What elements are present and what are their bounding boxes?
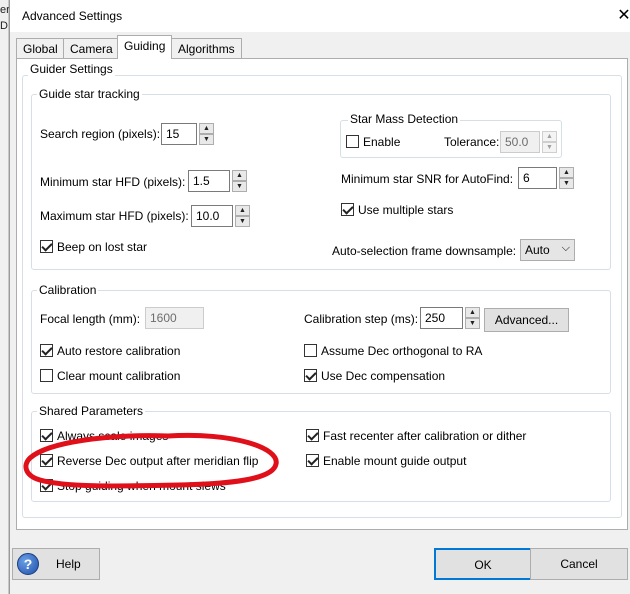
search-region-input[interactable]: 15 <box>161 123 197 145</box>
min-snr-label: Minimum star SNR for AutoFind: <box>341 172 514 186</box>
spin-down-icon[interactable]: ▼ <box>199 134 214 145</box>
enable-mount-output-checkbox[interactable] <box>306 454 319 467</box>
cancel-button[interactable]: Cancel <box>530 548 628 580</box>
calibration-step-stepper[interactable]: ▲ ▼ <box>465 307 480 329</box>
stop-guiding-label: Stop guiding when mount slews <box>57 479 226 493</box>
guide-star-tracking-title: Guide star tracking <box>37 87 142 101</box>
chevron-down-icon: ⌵ <box>561 242 570 254</box>
spin-up-icon[interactable]: ▲ <box>235 205 250 216</box>
spin-down-icon[interactable]: ▼ <box>542 142 557 153</box>
min-hfd-input[interactable]: 1.5 <box>188 170 230 192</box>
multiple-stars-label: Use multiple stars <box>358 203 454 217</box>
tab-guiding[interactable]: Guiding <box>117 35 173 59</box>
window-title: Advanced Settings <box>22 9 123 23</box>
calibration-step-input[interactable]: 250 <box>420 307 463 329</box>
tolerance-input[interactable]: 50.0 <box>500 131 540 153</box>
spin-up-icon[interactable]: ▲ <box>199 123 214 134</box>
focal-length-input[interactable]: 1600 <box>145 307 204 329</box>
reverse-dec-checkbox[interactable] <box>40 454 53 467</box>
ok-button[interactable]: OK <box>434 548 532 580</box>
tolerance-stepper[interactable]: ▲ ▼ <box>542 131 557 153</box>
downsample-select[interactable]: Auto ⌵ <box>520 239 575 261</box>
beep-lost-star-label: Beep on lost star <box>57 240 148 254</box>
help-icon: ? <box>17 553 39 575</box>
spin-up-icon[interactable]: ▲ <box>559 167 574 178</box>
assume-dec-orthogonal-checkbox[interactable] <box>304 344 317 357</box>
advanced-button[interactable]: Advanced... <box>484 308 569 332</box>
guider-settings-title: Guider Settings <box>28 62 115 76</box>
stop-guiding-checkbox[interactable] <box>40 479 53 492</box>
use-dec-compensation-label: Use Dec compensation <box>321 369 446 383</box>
spin-down-icon[interactable]: ▼ <box>465 318 480 329</box>
star-mass-detection-title: Star Mass Detection <box>348 112 461 126</box>
spin-up-icon[interactable]: ▲ <box>542 131 557 142</box>
title-bar[interactable]: Advanced Settings ✕ <box>10 0 630 32</box>
tab-camera[interactable]: Camera <box>63 38 120 58</box>
tab-global[interactable]: Global <box>16 38 65 58</box>
always-scale-label: Always scale images <box>57 429 169 443</box>
auto-restore-label: Auto restore calibration <box>57 344 181 358</box>
shared-parameters-title: Shared Parameters <box>37 404 146 418</box>
calibration-title: Calibration <box>37 283 99 297</box>
help-label: Help <box>56 557 81 571</box>
always-scale-checkbox[interactable] <box>40 429 53 442</box>
search-region-stepper[interactable]: ▲ ▼ <box>199 123 214 145</box>
downsample-value: Auto <box>525 243 550 257</box>
min-hfd-stepper[interactable]: ▲ ▼ <box>232 170 247 192</box>
focal-length-label: Focal length (mm): <box>40 312 141 326</box>
assume-dec-orthogonal-label: Assume Dec orthogonal to RA <box>321 344 483 358</box>
help-button[interactable]: ? Help <box>12 548 100 580</box>
fast-recenter-checkbox[interactable] <box>306 429 319 442</box>
clear-mount-calibration-label: Clear mount calibration <box>57 369 181 383</box>
star-mass-enable-label: Enable <box>363 135 401 149</box>
spin-down-icon[interactable]: ▼ <box>235 216 250 227</box>
star-mass-enable-checkbox[interactable] <box>346 135 359 148</box>
fast-recenter-label: Fast recenter after calibration or dithe… <box>323 429 527 443</box>
tab-algorithms[interactable]: Algorithms <box>171 38 242 58</box>
search-region-label: Search region (pixels): <box>40 127 161 141</box>
multiple-stars-checkbox[interactable] <box>341 203 354 216</box>
background-window-strip: er D <box>0 0 10 594</box>
calibration-step-label: Calibration step (ms): <box>304 312 419 326</box>
beep-lost-star-checkbox[interactable] <box>40 240 53 253</box>
min-snr-input[interactable]: 6 <box>518 167 557 189</box>
use-dec-compensation-checkbox[interactable] <box>304 369 317 382</box>
background-text-fragment: D <box>0 20 8 32</box>
max-hfd-label: Maximum star HFD (pixels): <box>40 209 189 223</box>
max-hfd-stepper[interactable]: ▲ ▼ <box>235 205 250 227</box>
min-hfd-label: Minimum star HFD (pixels): <box>40 175 186 189</box>
tolerance-label: Tolerance: <box>444 135 500 149</box>
downsample-label: Auto-selection frame downsample: <box>332 244 517 258</box>
spin-up-icon[interactable]: ▲ <box>465 307 480 318</box>
enable-mount-output-label: Enable mount guide output <box>323 454 467 468</box>
reverse-dec-label: Reverse Dec output after meridian flip <box>57 454 259 468</box>
close-icon[interactable]: ✕ <box>614 6 630 26</box>
clear-mount-calibration-checkbox[interactable] <box>40 369 53 382</box>
spin-up-icon[interactable]: ▲ <box>232 170 247 181</box>
min-snr-stepper[interactable]: ▲ ▼ <box>559 167 574 189</box>
spin-down-icon[interactable]: ▼ <box>559 178 574 189</box>
auto-restore-checkbox[interactable] <box>40 344 53 357</box>
spin-down-icon[interactable]: ▼ <box>232 181 247 192</box>
max-hfd-input[interactable]: 10.0 <box>191 205 233 227</box>
